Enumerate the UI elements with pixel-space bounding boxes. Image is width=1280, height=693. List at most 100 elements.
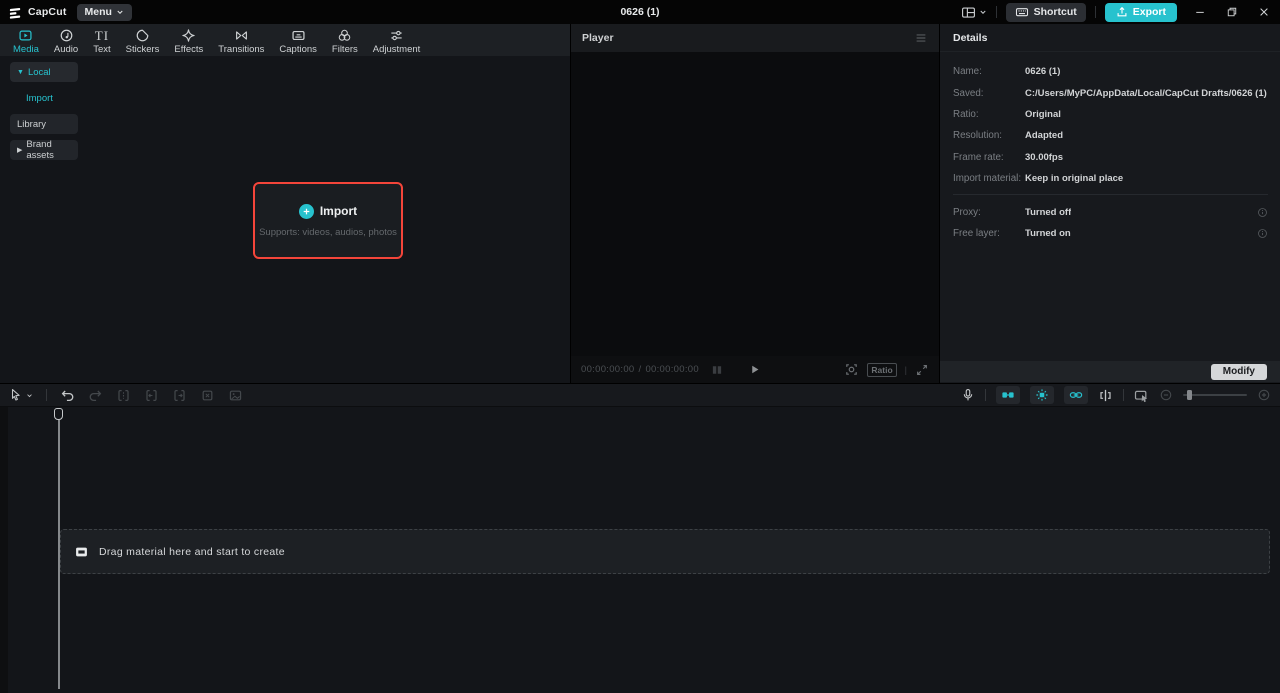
- effects-icon: [182, 28, 196, 42]
- chevron-down-icon: [117, 10, 123, 14]
- tab-media[interactable]: Media: [13, 28, 39, 55]
- divider: |: [904, 364, 907, 375]
- split-button[interactable]: [116, 388, 131, 403]
- adjustment-icon: [391, 30, 402, 40]
- text-icon: TI: [94, 27, 110, 43]
- tab-text[interactable]: TI Text: [93, 28, 110, 55]
- fullscreen-icon[interactable]: [915, 363, 929, 377]
- filters-icon: [339, 29, 351, 41]
- minimize-button[interactable]: [1194, 6, 1206, 18]
- detail-row-ratio: Ratio: Original: [953, 108, 1061, 120]
- delete-left-button[interactable]: [144, 388, 159, 403]
- media-panel: Media Audio TI Text Stickers Effects Tra…: [0, 24, 570, 383]
- media-sidebar: ▼ Local Import Library ▶ Brand assets: [0, 56, 86, 383]
- audio-icon: [60, 29, 72, 41]
- detail-row-proxy: Proxy: Turned off: [953, 201, 1268, 222]
- sidebar-item-library[interactable]: Library: [10, 114, 78, 134]
- transitions-icon: [235, 30, 247, 40]
- timeline-empty-hint: Drag material here and start to create: [99, 545, 285, 558]
- media-content: Import Supports: videos, audios, photos: [86, 56, 570, 383]
- adjust-cover-button[interactable]: [1134, 388, 1149, 403]
- timeline-panel: Drag material here and start to create: [0, 383, 1280, 693]
- media-clip-icon: [76, 547, 87, 556]
- sidebar-item-brand-assets[interactable]: ▶ Brand assets: [10, 139, 78, 161]
- player-viewport: [571, 52, 939, 356]
- linking-toggle[interactable]: [1064, 386, 1088, 404]
- empty-track-dropzone[interactable]: Drag material here and start to create: [60, 529, 1270, 574]
- tab-filters[interactable]: Filters: [332, 28, 358, 55]
- caret-right-icon: ▶: [17, 147, 23, 154]
- chevron-down-icon: [979, 10, 986, 14]
- zoom-out-button[interactable]: [1159, 388, 1173, 402]
- slider-handle[interactable]: [1187, 390, 1192, 400]
- info-icon[interactable]: [1257, 228, 1268, 239]
- modify-button[interactable]: Modify: [1210, 363, 1267, 380]
- capcut-app: CapCut Menu 0626 (1) Shortcut Export Med…: [0, 0, 1280, 693]
- slider-track: [1183, 394, 1247, 396]
- brand-name: CapCut: [28, 6, 67, 18]
- captions-icon: [292, 30, 305, 40]
- tab-adjustment[interactable]: Adjustment: [373, 28, 420, 55]
- tab-transitions[interactable]: Transitions: [218, 28, 264, 55]
- timecode-display-icon[interactable]: [711, 364, 723, 376]
- details-title: Details: [953, 31, 988, 44]
- import-hint: Supports: videos, audios, photos: [259, 226, 397, 238]
- close-button[interactable]: [1258, 6, 1270, 18]
- media-tabbar: Media Audio TI Text Stickers Effects Tra…: [0, 24, 570, 56]
- detail-row-frame-rate: Frame rate: 30.00fps: [953, 151, 1064, 163]
- menu-button[interactable]: Menu: [76, 3, 132, 21]
- delete-right-button[interactable]: [172, 388, 187, 403]
- play-button[interactable]: [750, 364, 761, 375]
- divider: [1094, 6, 1096, 18]
- tab-captions[interactable]: Captions: [279, 28, 317, 55]
- layout-icon: [961, 6, 975, 18]
- details-panel: Details Name: 0626 (1) Saved: C:/Users/MyP…: [940, 24, 1280, 383]
- record-voiceover-button[interactable]: [961, 388, 975, 402]
- detail-row-name: Name: 0626 (1): [953, 66, 1061, 78]
- ratio-button[interactable]: Ratio: [867, 362, 897, 377]
- export-button[interactable]: Export: [1104, 2, 1177, 22]
- player-panel: Player 00:00:00:00 / 00:00:00:00 Ratio |: [570, 24, 940, 383]
- detail-row-saved: Saved: C:/Users/MyPC/AppData/Local/CapCut…: [953, 87, 1267, 99]
- sidebar-item-import[interactable]: Import: [10, 88, 78, 108]
- details-footer: Modify: [940, 361, 1280, 382]
- sidebar-item-local[interactable]: ▼ Local: [10, 62, 78, 82]
- tab-effects[interactable]: Effects: [174, 28, 203, 55]
- divider: [46, 389, 47, 401]
- player-title: Player: [582, 32, 614, 44]
- media-icon: [19, 29, 32, 41]
- detail-row-import-material: Import material: Keep in original place: [953, 173, 1124, 185]
- cursor-tool-button[interactable]: [9, 388, 33, 402]
- export-icon: [1117, 6, 1127, 17]
- caret-down-icon: ▼: [17, 68, 24, 76]
- restore-button[interactable]: [1226, 6, 1238, 18]
- tab-stickers[interactable]: Stickers: [126, 28, 159, 55]
- keyboard-icon: [1015, 8, 1028, 17]
- fit-preview-icon[interactable]: [844, 362, 859, 377]
- layout-switcher[interactable]: [961, 5, 987, 20]
- import-button-label: Import: [319, 204, 358, 218]
- undo-button[interactable]: [60, 388, 75, 403]
- chevron-down-icon[interactable]: [26, 392, 33, 399]
- timeline-zoom-slider[interactable]: [1183, 390, 1247, 400]
- capcut-logo-icon: [9, 7, 21, 19]
- delete-button[interactable]: [200, 388, 215, 403]
- import-dropzone[interactable]: Import Supports: videos, audios, photos: [253, 182, 403, 259]
- timecode: 00:00:00:00 / 00:00:00:00: [581, 364, 723, 376]
- app-logo: CapCut: [0, 5, 77, 20]
- shortcut-button[interactable]: Shortcut: [1005, 2, 1086, 22]
- redo-button[interactable]: [88, 388, 103, 403]
- preview-axis-button[interactable]: [1098, 388, 1113, 403]
- playhead-handle[interactable]: [54, 408, 63, 420]
- timeline-tracks[interactable]: Drag material here and start to create: [0, 407, 1280, 693]
- info-icon[interactable]: [1257, 207, 1268, 218]
- stickers-icon: [136, 29, 149, 41]
- zoom-in-button[interactable]: [1257, 388, 1271, 402]
- mask-button[interactable]: [228, 388, 243, 403]
- tab-audio[interactable]: Audio: [54, 28, 78, 55]
- plus-icon: [298, 203, 314, 219]
- player-menu-icon[interactable]: [914, 31, 928, 45]
- title-bar: CapCut Menu 0626 (1) Shortcut Export: [0, 0, 1280, 24]
- magnetic-snap-toggle[interactable]: [996, 386, 1020, 404]
- auto-ripple-toggle[interactable]: [1030, 386, 1054, 404]
